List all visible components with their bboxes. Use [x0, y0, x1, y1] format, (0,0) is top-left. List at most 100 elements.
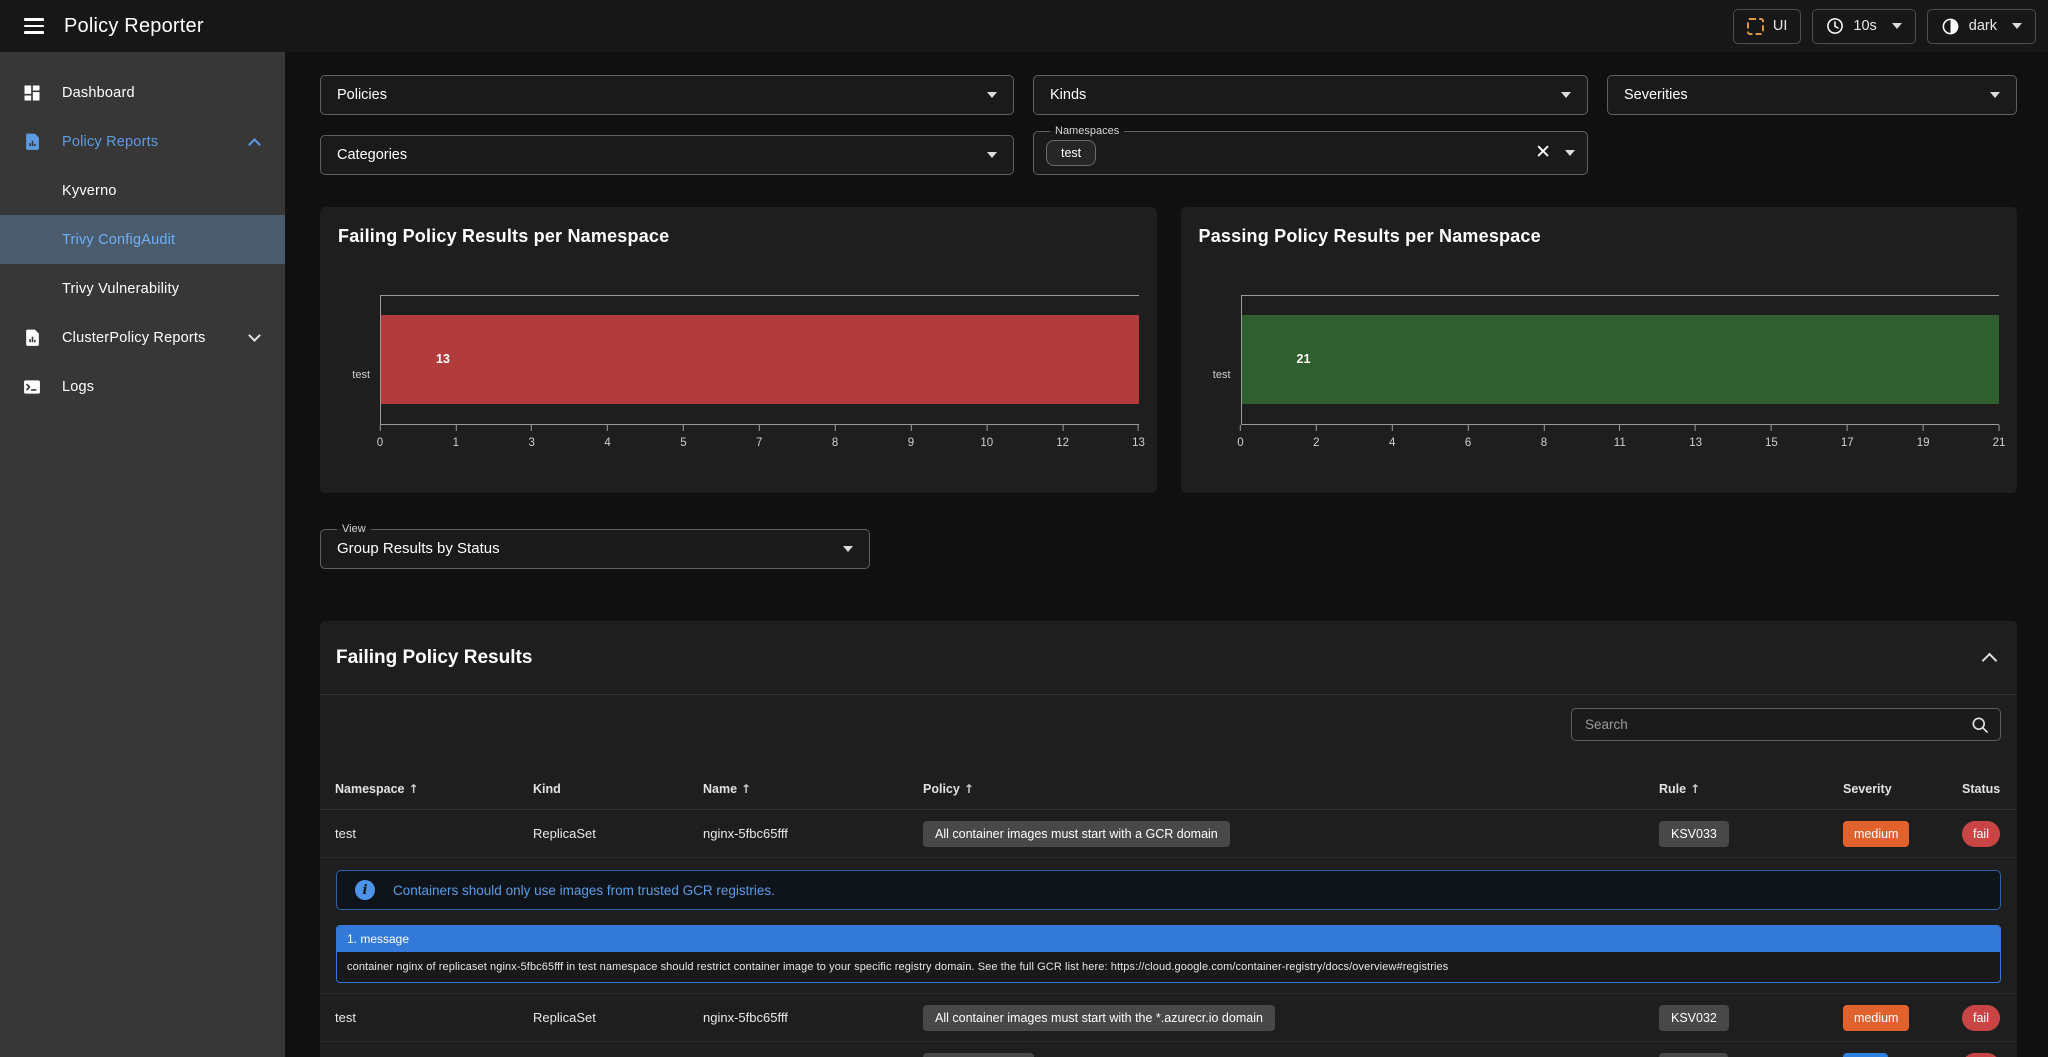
x-tick: 4: [604, 425, 610, 449]
status-badge: fail: [1962, 821, 2000, 847]
view-select-label: View: [337, 523, 371, 535]
failing-results-card: Failing Policy Results Namespace↑ Kind N…: [320, 621, 2017, 1057]
policies-select[interactable]: Policies: [320, 75, 1014, 115]
theme-select[interactable]: dark: [1927, 9, 2036, 44]
column-header-rule[interactable]: Rule↑: [1659, 782, 1843, 796]
search-input[interactable]: [1585, 717, 1970, 732]
collapse-icon[interactable]: [1982, 653, 1998, 669]
cell-kind: ReplicaSet: [533, 1010, 703, 1025]
search-icon[interactable]: [1970, 715, 1990, 735]
sidebar-item-label: Logs: [62, 379, 94, 395]
failing-bar[interactable]: 13: [381, 315, 1139, 405]
sidebar-item-label: Trivy Vulnerability: [62, 281, 179, 297]
sidebar-item-label: Trivy ConfigAudit: [62, 232, 175, 248]
rule-chip[interactable]: KSV011: [1659, 1053, 1728, 1057]
categories-select[interactable]: Categories: [320, 135, 1014, 175]
chart-title: Passing Policy Results per Namespace: [1199, 226, 2000, 247]
x-tick: 13: [1132, 425, 1145, 449]
results-card-header: Failing Policy Results: [320, 621, 2017, 695]
refresh-interval-select[interactable]: 10s: [1812, 9, 1915, 44]
kinds-select[interactable]: Kinds: [1033, 75, 1588, 115]
rule-chip[interactable]: KSV033: [1659, 821, 1729, 847]
report-chart-icon: [20, 328, 44, 347]
x-tick: 15: [1765, 425, 1778, 449]
charts-row: Failing Policy Results per Namespace tes…: [320, 207, 2017, 493]
clear-icon[interactable]: ✕: [1535, 143, 1551, 162]
table-row[interactable]: test ReplicaSet nginx-5fbc65fff CPU not …: [320, 1042, 2017, 1057]
policy-description-text: Containers should only use images from t…: [393, 883, 775, 898]
table-row[interactable]: test ReplicaSet nginx-5fbc65fff All cont…: [320, 994, 2017, 1042]
kinds-select-label: Kinds: [1050, 87, 1086, 103]
passing-bar[interactable]: 21: [1242, 315, 2000, 405]
menu-icon[interactable]: [14, 6, 54, 46]
x-tick: 4: [1389, 425, 1395, 449]
cell-name: nginx-5fbc65fff: [703, 826, 923, 841]
report-chart-icon: [20, 132, 44, 151]
view-select[interactable]: View Group Results by Status: [320, 523, 870, 569]
sidebar-item-label: Policy Reports: [62, 134, 158, 150]
sidebar-item-dashboard[interactable]: Dashboard: [0, 68, 285, 117]
x-tick: 2: [1313, 425, 1319, 449]
sidebar-item-logs[interactable]: Logs: [0, 362, 285, 411]
sort-asc-icon: ↑: [964, 782, 974, 796]
chevron-down-icon: [987, 152, 997, 158]
chevron-down-icon: [2012, 23, 2022, 29]
sort-asc-icon: ↑: [409, 782, 419, 796]
x-tick: 3: [528, 425, 534, 449]
rule-chip[interactable]: KSV032: [1659, 1005, 1729, 1031]
theme-value: dark: [1969, 18, 1997, 34]
categories-select-label: Categories: [337, 147, 407, 163]
severity-badge: medium: [1843, 821, 1909, 847]
x-tick: 9: [908, 425, 914, 449]
refresh-interval-value: 10s: [1853, 18, 1876, 34]
sort-asc-icon: ↑: [741, 782, 751, 796]
column-header-kind[interactable]: Kind: [533, 782, 703, 796]
policy-chip[interactable]: All container images must start with a G…: [923, 821, 1230, 847]
chevron-down-icon: [1892, 23, 1902, 29]
table-row[interactable]: test ReplicaSet nginx-5fbc65fff All cont…: [320, 810, 2017, 858]
dashboard-icon: [20, 83, 44, 103]
cell-name: nginx-5fbc65fff: [703, 1010, 923, 1025]
chevron-down-icon: [248, 329, 261, 342]
cell-namespace: test: [335, 826, 533, 841]
results-card-title: Failing Policy Results: [336, 647, 532, 669]
namespace-chip[interactable]: test: [1046, 140, 1096, 166]
x-tick: 8: [832, 425, 838, 449]
column-header-policy[interactable]: Policy↑: [923, 782, 1659, 796]
sidebar-item-label: Kyverno: [62, 183, 117, 199]
bar-value-label: 13: [436, 352, 450, 366]
x-tick: 17: [1841, 425, 1854, 449]
status-badge: fail: [1962, 1005, 2000, 1031]
bar-value-label: 21: [1297, 352, 1311, 366]
failing-results-chart-card: Failing Policy Results per Namespace tes…: [320, 207, 1157, 493]
message-body: container nginx of replicaset nginx-5fbc…: [337, 952, 2000, 982]
sidebar-item-trivy-vulnerability[interactable]: Trivy Vulnerability: [0, 264, 285, 313]
message-block: 1. message container nginx of replicaset…: [336, 925, 2001, 983]
namespaces-select[interactable]: Namespaces test ✕: [1033, 125, 1588, 175]
sidebar-item-policy-reports[interactable]: Policy Reports: [0, 117, 285, 166]
x-tick: 19: [1917, 425, 1930, 449]
x-tick: 11: [1614, 425, 1626, 449]
column-header-severity[interactable]: Severity: [1843, 782, 1962, 796]
cell-kind: ReplicaSet: [533, 826, 703, 841]
column-header-name[interactable]: Name↑: [703, 782, 923, 796]
sidebar-item-clusterpolicy-reports[interactable]: ClusterPolicy Reports: [0, 313, 285, 362]
main-content: Policies Kinds Severities Categories Nam…: [285, 52, 2048, 1057]
severities-select[interactable]: Severities: [1607, 75, 2017, 115]
ui-button[interactable]: UI: [1733, 9, 1802, 44]
chevron-down-icon: [987, 92, 997, 98]
policy-chip[interactable]: All container images must start with the…: [923, 1005, 1275, 1031]
sidebar-item-kyverno[interactable]: Kyverno: [0, 166, 285, 215]
chevron-up-icon: [248, 138, 261, 151]
sidebar-item-label: Dashboard: [62, 85, 135, 101]
sidebar-item-trivy-configaudit[interactable]: Trivy ConfigAudit: [0, 215, 285, 264]
severity-badge: medium: [1843, 1005, 1909, 1031]
policy-chip[interactable]: CPU not limited: [923, 1053, 1034, 1057]
policies-select-label: Policies: [337, 87, 387, 103]
column-header-namespace[interactable]: Namespace↑: [335, 782, 533, 796]
x-tick: 21: [1993, 425, 2006, 449]
column-header-status[interactable]: Status: [1962, 782, 2002, 796]
chevron-down-icon: [1565, 150, 1575, 156]
chevron-down-icon: [843, 546, 853, 552]
search-row: [320, 695, 2017, 741]
